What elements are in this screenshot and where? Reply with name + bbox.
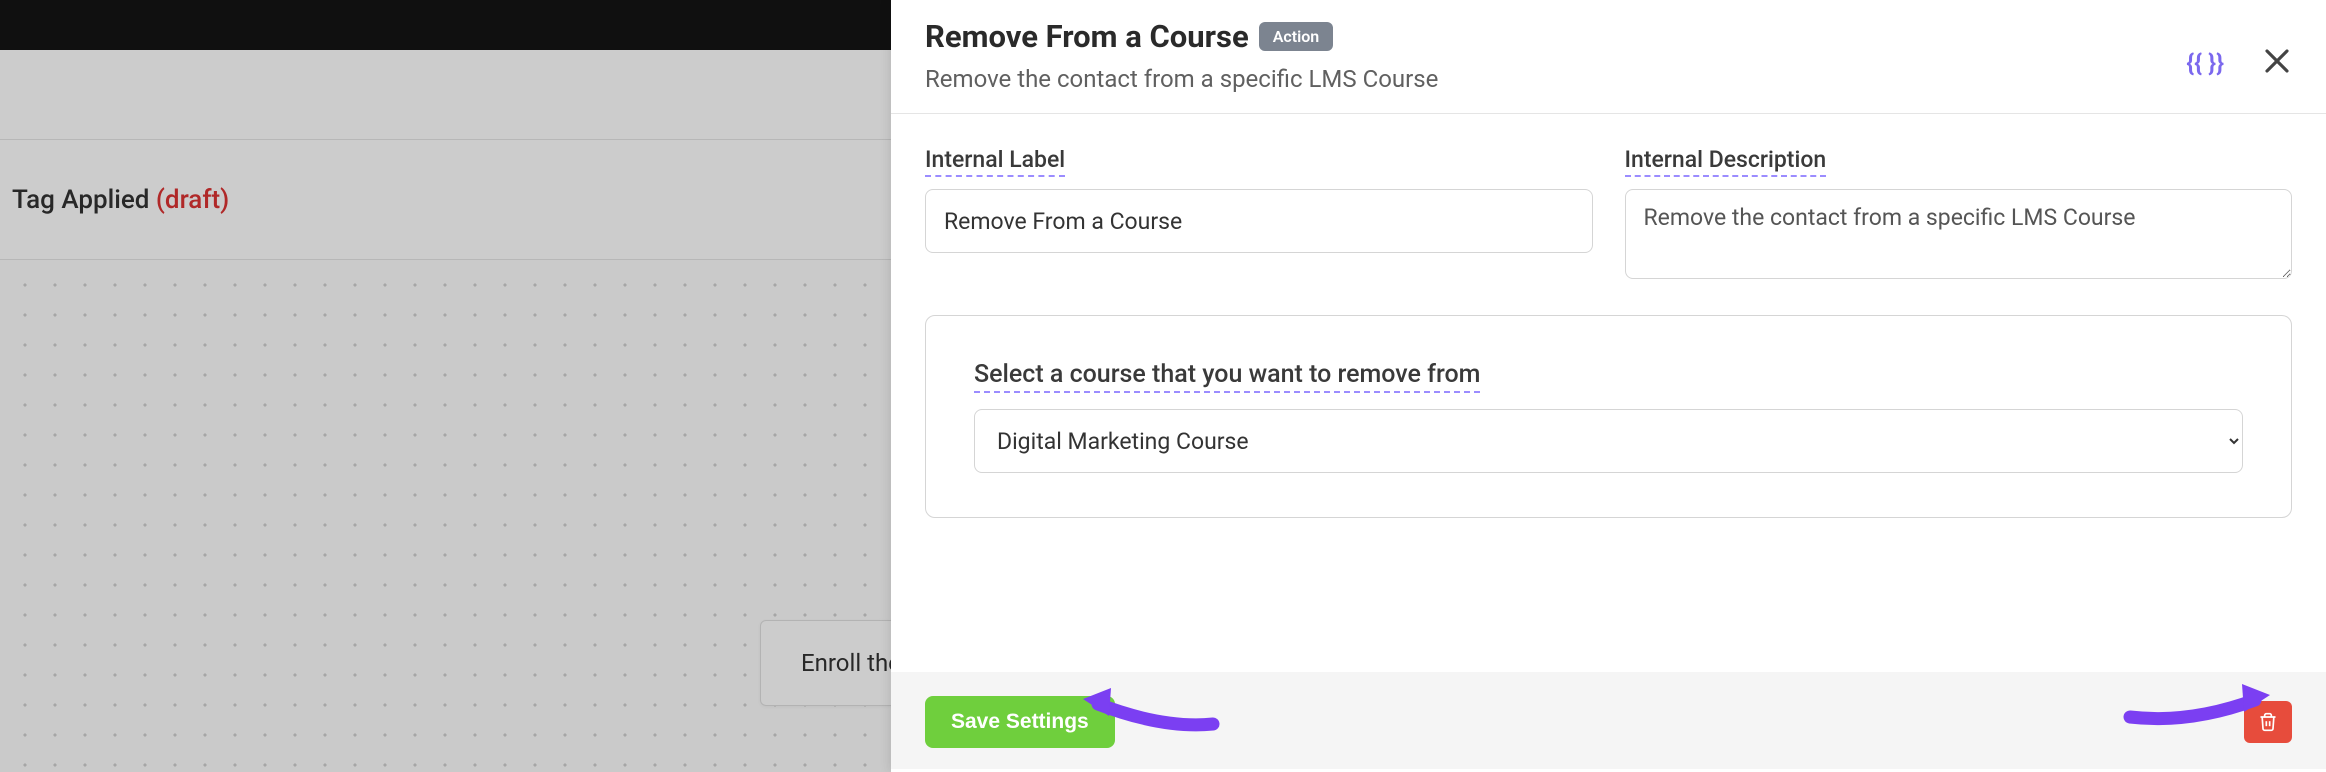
panel-body: Internal Label Internal Description Sele…: [891, 114, 2326, 550]
panel-header: Remove From a Course Action Remove the c…: [891, 0, 2326, 114]
panel-title: Remove From a Course: [925, 18, 1249, 55]
save-button[interactable]: Save Settings: [925, 696, 1115, 748]
panel-footer: Save Settings: [891, 672, 2326, 772]
panel-title-row: Remove From a Course Action: [925, 18, 2292, 55]
course-select-box: Select a course that you want to remove …: [925, 315, 2292, 518]
header-controls: {{ }}: [2186, 46, 2292, 80]
delete-button[interactable]: [2244, 701, 2292, 743]
course-select-dropdown[interactable]: Digital Marketing Course: [974, 409, 2243, 473]
internal-label-group: Internal Label: [925, 146, 1593, 279]
close-button[interactable]: [2262, 46, 2292, 80]
merge-tag-button[interactable]: {{ }}: [2186, 49, 2224, 77]
course-select-label: Select a course that you want to remove …: [974, 360, 1480, 393]
internal-description-textarea[interactable]: [1625, 189, 2293, 279]
panel-subtitle: Remove the contact from a specific LMS C…: [925, 65, 2292, 93]
action-badge: Action: [1259, 22, 1334, 51]
internal-label-label: Internal Label: [925, 146, 1065, 177]
close-icon: [2262, 46, 2292, 76]
internal-description-group: Internal Description: [1625, 146, 2293, 279]
trash-icon: [2258, 712, 2278, 732]
internal-label-input[interactable]: [925, 189, 1593, 253]
internal-description-label: Internal Description: [1625, 146, 1827, 177]
settings-panel: Remove From a Course Action Remove the c…: [891, 0, 2326, 772]
form-row-top: Internal Label Internal Description: [925, 146, 2292, 279]
